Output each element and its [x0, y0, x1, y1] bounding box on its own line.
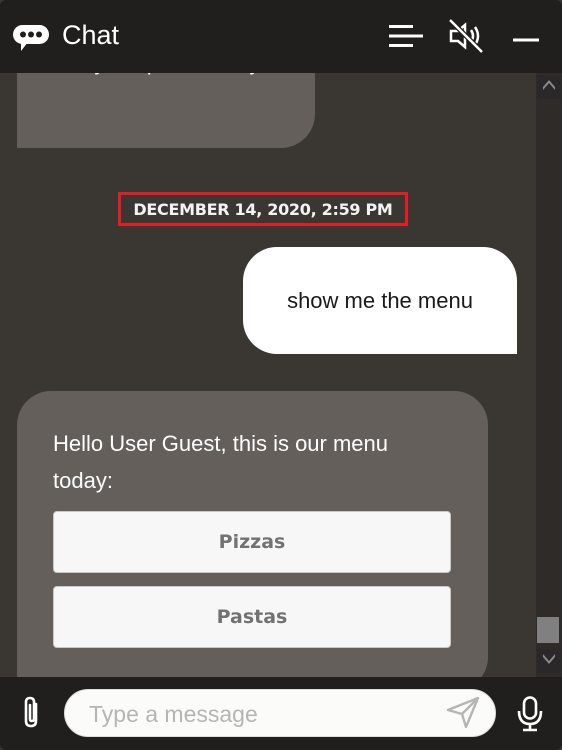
microphone-icon: [516, 695, 544, 737]
chat-title: Chat: [62, 20, 120, 50]
hamburger-menu-icon: [389, 23, 423, 54]
composer-bar: [0, 677, 562, 750]
minimize-button[interactable]: [506, 18, 546, 58]
date-separator: DECEMBER 14, 2020, 2:59 PM: [118, 192, 408, 226]
scroll-down-button[interactable]: [537, 649, 561, 673]
bot-message: Sorry, no pasta today: [17, 73, 315, 148]
chat-window: Chat DECEMBER 14, 2020, 2:59 PM show me …: [0, 0, 562, 750]
scroll-up-button[interactable]: [537, 75, 561, 99]
conversation-scrollbar[interactable]: [536, 73, 562, 677]
chevron-down-icon: [542, 652, 556, 670]
pastas-action-button[interactable]: Pastas: [53, 586, 451, 648]
message-input[interactable]: [87, 696, 431, 732]
speaker-muted-icon: [448, 17, 484, 58]
scroll-thumb[interactable]: [537, 617, 559, 643]
user-message: show me the menu: [243, 247, 517, 354]
send-icon: [446, 696, 480, 733]
attach-button[interactable]: [14, 695, 50, 735]
audio-toggle-button[interactable]: [446, 17, 486, 58]
message-input-container: [64, 689, 496, 737]
bot-message-text: Sorry, no pasta today: [53, 73, 261, 76]
microphone-button[interactable]: [510, 695, 550, 737]
chat-bubble-icon: [13, 25, 49, 51]
paperclip-icon: [20, 696, 44, 735]
bot-message: Hello User Guest, this is our menu today…: [17, 391, 488, 677]
bot-message-text: Hello User Guest, this is our menu today…: [53, 431, 389, 493]
user-message-text: show me the menu: [287, 287, 473, 313]
pizzas-action-button[interactable]: Pizzas: [53, 511, 451, 573]
conversation-area: Sorry, no pasta today DECEMBER 14, 2020,…: [0, 73, 536, 677]
chat-header: Chat: [0, 0, 562, 73]
minimize-icon: [513, 29, 539, 47]
send-button[interactable]: [445, 696, 481, 733]
chevron-up-icon: [542, 78, 556, 96]
menu-button[interactable]: [386, 18, 426, 58]
